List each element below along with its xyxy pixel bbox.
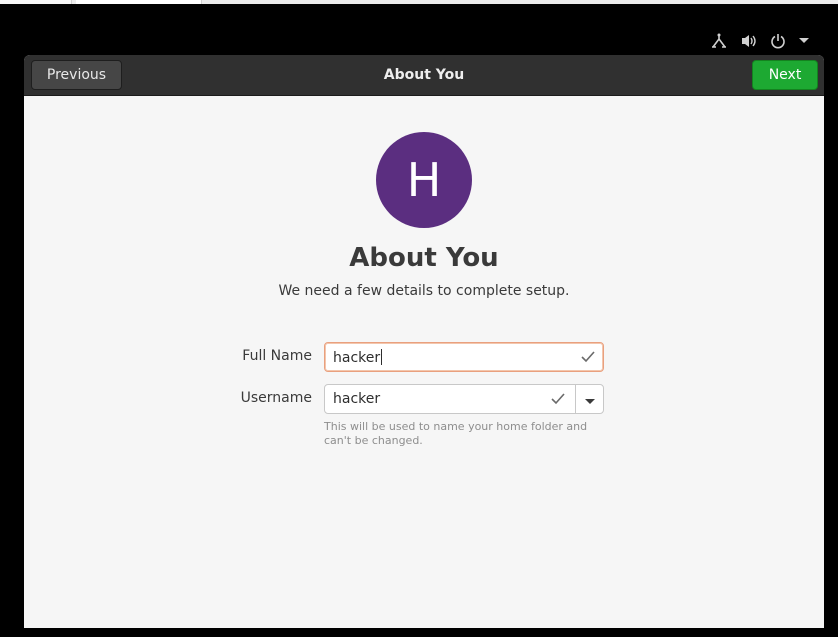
- header-title: About You: [383, 67, 465, 83]
- next-button[interactable]: Next: [752, 60, 818, 90]
- setup-window: Previous About You Next H About You We n…: [24, 55, 824, 628]
- check-icon: [550, 392, 566, 410]
- page-subtitle: We need a few details to complete setup.: [278, 283, 570, 299]
- chevron-down-icon: [584, 390, 595, 409]
- full-name-label: Full Name: [242, 348, 312, 364]
- username-label: Username: [240, 390, 312, 406]
- avatar[interactable]: H: [376, 132, 472, 228]
- volume-icon[interactable]: [740, 33, 758, 49]
- tab-inactive[interactable]: [0, 0, 72, 4]
- full-name-value-wrap: hacker: [333, 349, 383, 366]
- check-icon: [580, 350, 596, 368]
- network-icon[interactable]: [710, 33, 728, 49]
- username-dropdown-button[interactable]: [575, 385, 603, 413]
- browser-tab-strip: [0, 0, 838, 4]
- username-field[interactable]: hacker: [325, 385, 575, 413]
- system-tray[interactable]: [710, 32, 810, 50]
- username-hint: This will be used to name your home fold…: [324, 420, 588, 447]
- menu-arrow-icon[interactable]: [798, 37, 810, 45]
- tab-active[interactable]: [76, 0, 202, 4]
- full-name-value: hacker: [333, 350, 381, 366]
- page-title: About You: [349, 243, 499, 273]
- text-caret: [381, 349, 383, 365]
- previous-button[interactable]: Previous: [31, 60, 122, 90]
- username-combo[interactable]: hacker: [324, 384, 604, 414]
- username-value: hacker: [333, 391, 381, 407]
- full-name-field[interactable]: hacker: [324, 342, 604, 372]
- power-icon[interactable]: [770, 33, 786, 49]
- header-bar: Previous About You Next: [24, 55, 824, 96]
